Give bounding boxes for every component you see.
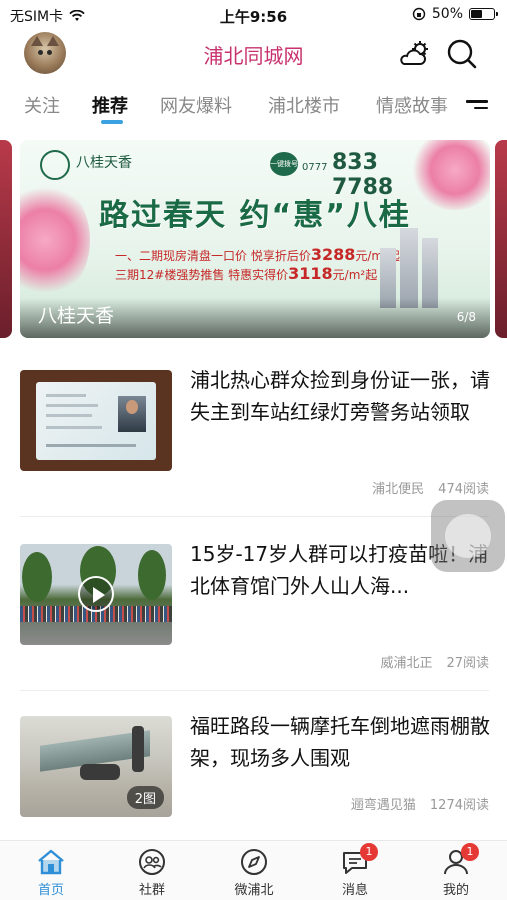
- battery-percent: 50%: [431, 6, 463, 22]
- divider: [20, 690, 489, 691]
- banner-next-peek[interactable]: [495, 140, 507, 338]
- battery-icon: [469, 8, 498, 20]
- banner-slide[interactable]: 八桂天香 一键拨号 0777 833 7788 路过春天 约“惠”八桂 一、二期…: [20, 140, 490, 338]
- offer-price: 3288: [310, 245, 356, 264]
- app-header: 浦北同城网: [0, 30, 507, 80]
- news-source[interactable]: 逦弯遇见猫: [351, 798, 416, 813]
- home-icon: [38, 849, 64, 875]
- offer-price: 3118: [288, 264, 333, 283]
- news-title[interactable]: 浦北热心群众捡到身份证一张，请失主到车站红绿灯旁警务站领取: [190, 364, 490, 428]
- tabbar-label: 首页: [37, 883, 64, 898]
- news-title[interactable]: 福旺路段一辆摩托车倒地遮雨棚散架，现场多人围观: [190, 710, 490, 774]
- news-reads: 27阅读: [446, 656, 489, 671]
- dial-badge: 一键拨号: [270, 152, 298, 176]
- bottom-tab-bar: 首页 社群 微浦北 1 消息 1 我的: [0, 840, 507, 900]
- weather-icon[interactable]: [398, 40, 430, 68]
- id-card-image: [36, 382, 156, 460]
- tabbar-wei-pubei[interactable]: 微浦北: [219, 847, 289, 898]
- news-meta: 逦弯遇见猫 1274阅读: [351, 794, 489, 813]
- tabbar-label: 社群: [138, 883, 165, 898]
- tabbar-mine[interactable]: 1 我的: [421, 843, 491, 898]
- offer-text: 三期12#楼强势推售 特惠实得价: [115, 268, 289, 282]
- photo-count-badge: 2图: [126, 786, 164, 809]
- banner-offer-1: 一、二期现房清盘一口价 悦享折后价3288元/m²起: [115, 245, 400, 264]
- tabbar-community[interactable]: 社群: [117, 847, 187, 898]
- tabbar-messages[interactable]: 1 消息: [320, 843, 390, 898]
- news-meta: 威浦北正 27阅读: [380, 652, 489, 671]
- play-icon[interactable]: [78, 576, 114, 612]
- banner-carousel[interactable]: 八桂天香 一键拨号 0777 833 7788 路过春天 约“惠”八桂 一、二期…: [0, 140, 507, 338]
- divider: [20, 516, 489, 517]
- compass-icon: [241, 849, 267, 875]
- community-icon: [139, 849, 165, 875]
- news-reads: 474阅读: [438, 482, 489, 497]
- banner-prev-peek[interactable]: [0, 140, 12, 338]
- news-item[interactable]: 2图 福旺路段一辆摩托车倒地遮雨棚散架，现场多人围观 逦弯遇见猫 1274阅读: [0, 708, 507, 828]
- buildings-illustration: [380, 228, 440, 308]
- brand-logo-icon: [40, 150, 70, 180]
- banner-phone: 一键拨号 0777 833 7788: [270, 150, 432, 200]
- tab-recommend[interactable]: 推荐: [92, 92, 128, 118]
- tabbar-home[interactable]: 首页: [16, 847, 86, 898]
- news-thumbnail[interactable]: [20, 370, 172, 471]
- tab-active-indicator: [101, 120, 123, 124]
- area-code: 0777: [302, 162, 328, 173]
- news-thumbnail[interactable]: [20, 544, 172, 645]
- channel-menu-icon[interactable]: [466, 100, 488, 114]
- news-reads: 1274阅读: [429, 798, 489, 813]
- banner-offer-2: 三期12#楼强势推售 特惠实得价3118元/m²起: [115, 264, 377, 283]
- battery-fill: [471, 10, 482, 18]
- profile-badge: 1: [461, 843, 479, 861]
- tab-real-estate[interactable]: 浦北楼市: [268, 92, 340, 118]
- app-title: 浦北同城网: [203, 44, 304, 68]
- search-icon[interactable]: [446, 38, 478, 70]
- tabbar-label: 我的: [442, 883, 469, 898]
- tabbar-label: 微浦北: [234, 883, 274, 898]
- banner-brand: 八桂天香: [76, 155, 132, 171]
- offer-unit: 元/m²起: [332, 268, 378, 282]
- category-tabs: 关注 推荐 网友爆料 浦北楼市 情感故事: [0, 82, 507, 128]
- news-thumbnail[interactable]: 2图: [20, 716, 172, 817]
- message-badge: 1: [360, 843, 378, 861]
- news-item[interactable]: 浦北热心群众捡到身份证一张，请失主到车站红绿灯旁警务站领取 浦北便民 474阅读: [0, 368, 507, 498]
- tabbar-label: 消息: [341, 883, 368, 898]
- offer-text: 一、二期现房清盘一口价 悦享折后价: [115, 249, 311, 263]
- tab-user-reports[interactable]: 网友爆料: [160, 92, 232, 118]
- orientation-lock-icon: [412, 7, 426, 21]
- status-bar: 无SIM卡 上午9:56 50%: [0, 0, 507, 30]
- news-source[interactable]: 浦北便民: [372, 482, 424, 497]
- news-meta: 浦北便民 474阅读: [372, 478, 489, 497]
- news-source[interactable]: 威浦北正: [380, 656, 432, 671]
- status-right: 50%: [412, 6, 498, 22]
- assistive-touch-button[interactable]: [431, 500, 505, 572]
- tab-follow[interactable]: 关注: [24, 92, 60, 118]
- banner-pager: 6/8: [456, 310, 476, 324]
- banner-caption: 八桂天香: [38, 305, 115, 327]
